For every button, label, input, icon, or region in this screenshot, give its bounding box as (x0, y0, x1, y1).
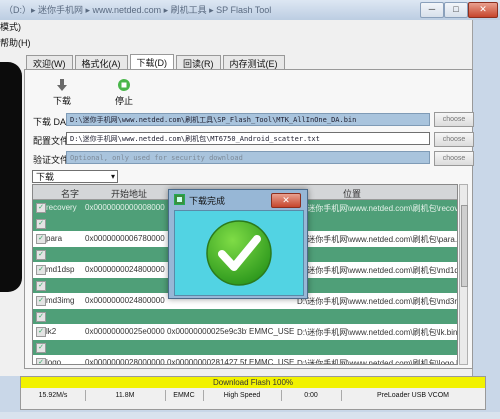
row-location: D:\迷你手机网\www.netded.com\刷机包\lk.bin (297, 328, 457, 337)
row-checkbox[interactable]: ✓ (36, 249, 46, 260)
maximize-button[interactable]: □ (444, 2, 468, 18)
dialog-body (174, 210, 304, 296)
scatter-choose-button[interactable]: choose (434, 132, 474, 147)
status-storage: EMMC (165, 390, 204, 401)
scatter-path-field[interactable]: D:\迷你手机网\www.netded.com\刷机包\MT6750_Andro… (66, 132, 430, 145)
row-checkbox[interactable]: ✓ (36, 311, 46, 322)
da-choose-button[interactable]: choose (434, 112, 474, 127)
row-start-address: 0x0000000000008000 (85, 203, 165, 212)
explorer-path: （D:）▸ 迷你手机网 ▸ www.netded.com ▸ 刷机工具 ▸ SP… (4, 5, 272, 15)
row-location: D:\迷你手机网\www.netded.com\刷机包\recover... (297, 204, 457, 213)
row-start-address: 0x0000000006780000 (85, 234, 165, 243)
download-complete-dialog: 下载完成 ✕ (168, 189, 308, 299)
status-mode: High Speed (203, 390, 282, 401)
download-mode-select[interactable]: 下载 ▾ (32, 170, 118, 183)
stop-tool-button[interactable]: 停止 (112, 78, 136, 107)
row-checkbox[interactable]: ✓ (36, 296, 46, 306)
download-progress-bar: Download Flash 100% (21, 377, 485, 388)
success-check-icon (206, 220, 272, 286)
download-arrow-icon (57, 79, 67, 91)
stop-icon (118, 79, 130, 91)
auth-label: 验证文件 (33, 155, 70, 165)
row-checkbox[interactable]: ✓ (36, 218, 46, 229)
download-mode-value: 下载 (36, 172, 55, 182)
chevron-down-icon: ▾ (110, 172, 115, 181)
scrollbar-thumb[interactable] (461, 205, 468, 287)
status-bar: Download Flash 100% 15.92M/s 11.8M EMMC … (20, 376, 486, 410)
row-start-address: 0x0000000024800000 (85, 296, 165, 305)
table-row[interactable]: ✓ logo 0x0000000028000000 0x00000000281427 … (33, 355, 457, 365)
table-row[interactable]: ✓ (33, 308, 457, 324)
progress-text: Download Flash 100% (212, 378, 294, 387)
app-icon (174, 194, 185, 205)
row-checkbox[interactable]: ✓ (36, 342, 46, 353)
row-location: D:\迷你手机网\www.netded.com\刷机包\para.img (297, 235, 457, 244)
stop-label: 停止 (114, 96, 133, 106)
table-row[interactable]: ✓ (33, 339, 457, 355)
auth-choose-button[interactable]: choose (434, 151, 474, 166)
da-label: 下载 DA (33, 117, 67, 127)
row-end-address: 0x00000000025e9c3bf (167, 327, 247, 336)
header-location: 位置 (343, 189, 362, 199)
auth-path-field[interactable]: Optional, only used for security downloa… (66, 151, 430, 164)
row-checkbox[interactable]: ✓ (36, 327, 46, 337)
row-checkbox[interactable]: ✓ (36, 203, 46, 213)
row-location: D:\迷你手机网\www.netded.com\刷机包\logo.bin (297, 359, 457, 365)
status-port: PreLoader USB VCOM (377, 392, 449, 399)
explorer-title-bar: （D:）▸ 迷你手机网 ▸ www.netded.com ▸ 刷机工具 ▸ SP… (0, 0, 500, 20)
table-row[interactable]: ✓ lk2 0x00000000025e00000 0x00000000025e9c3… (33, 324, 457, 340)
header-name: 名字 (61, 189, 80, 199)
row-end-address: 0x00000000281427 5f (167, 358, 247, 365)
da-path-field[interactable]: D:\迷你手机网\www.netded.com\刷机工具\SP_Flash_To… (66, 113, 430, 126)
close-button[interactable]: ✕ (468, 2, 498, 18)
dialog-close-button[interactable]: ✕ (271, 193, 301, 208)
row-checkbox[interactable]: ✓ (36, 280, 46, 291)
mode-label: 模式) (0, 22, 21, 32)
menu-help[interactable]: 帮助(H) (0, 36, 31, 49)
row-start-address: 0x0000000024800000 (85, 265, 165, 274)
row-start-address: 0x00000000025e00000 (85, 327, 165, 336)
scatter-label: 配置文件 (33, 136, 70, 146)
status-time: 0:00 (281, 390, 342, 401)
row-location: D:\迷你手机网\www.netded.com\刷机包\md1ds... (297, 266, 457, 275)
row-region: EMMC_USER (249, 358, 294, 365)
header-start-address: 开始地址 (111, 189, 148, 199)
row-start-address: 0x0000000028000000 (85, 358, 165, 365)
minimize-button[interactable]: ─ (420, 2, 444, 18)
status-speed: 15.92M/s (21, 390, 86, 401)
row-checkbox[interactable]: ✓ (36, 265, 46, 275)
row-location: D:\迷你手机网\www.netded.com\刷机包\md3ro... (297, 297, 457, 306)
download-label: 下载 (52, 96, 71, 106)
dialog-title: 下载完成 (189, 196, 226, 206)
taskbar-strip (0, 412, 500, 419)
row-checkbox[interactable]: ✓ (36, 358, 46, 364)
row-region: EMMC_USER (249, 327, 294, 336)
phone-image (0, 62, 22, 292)
download-tool-button[interactable]: 下载 (50, 78, 74, 107)
row-checkbox[interactable]: ✓ (36, 234, 46, 244)
status-size: 11.8M (85, 390, 166, 401)
table-scrollbar[interactable] (459, 184, 468, 365)
